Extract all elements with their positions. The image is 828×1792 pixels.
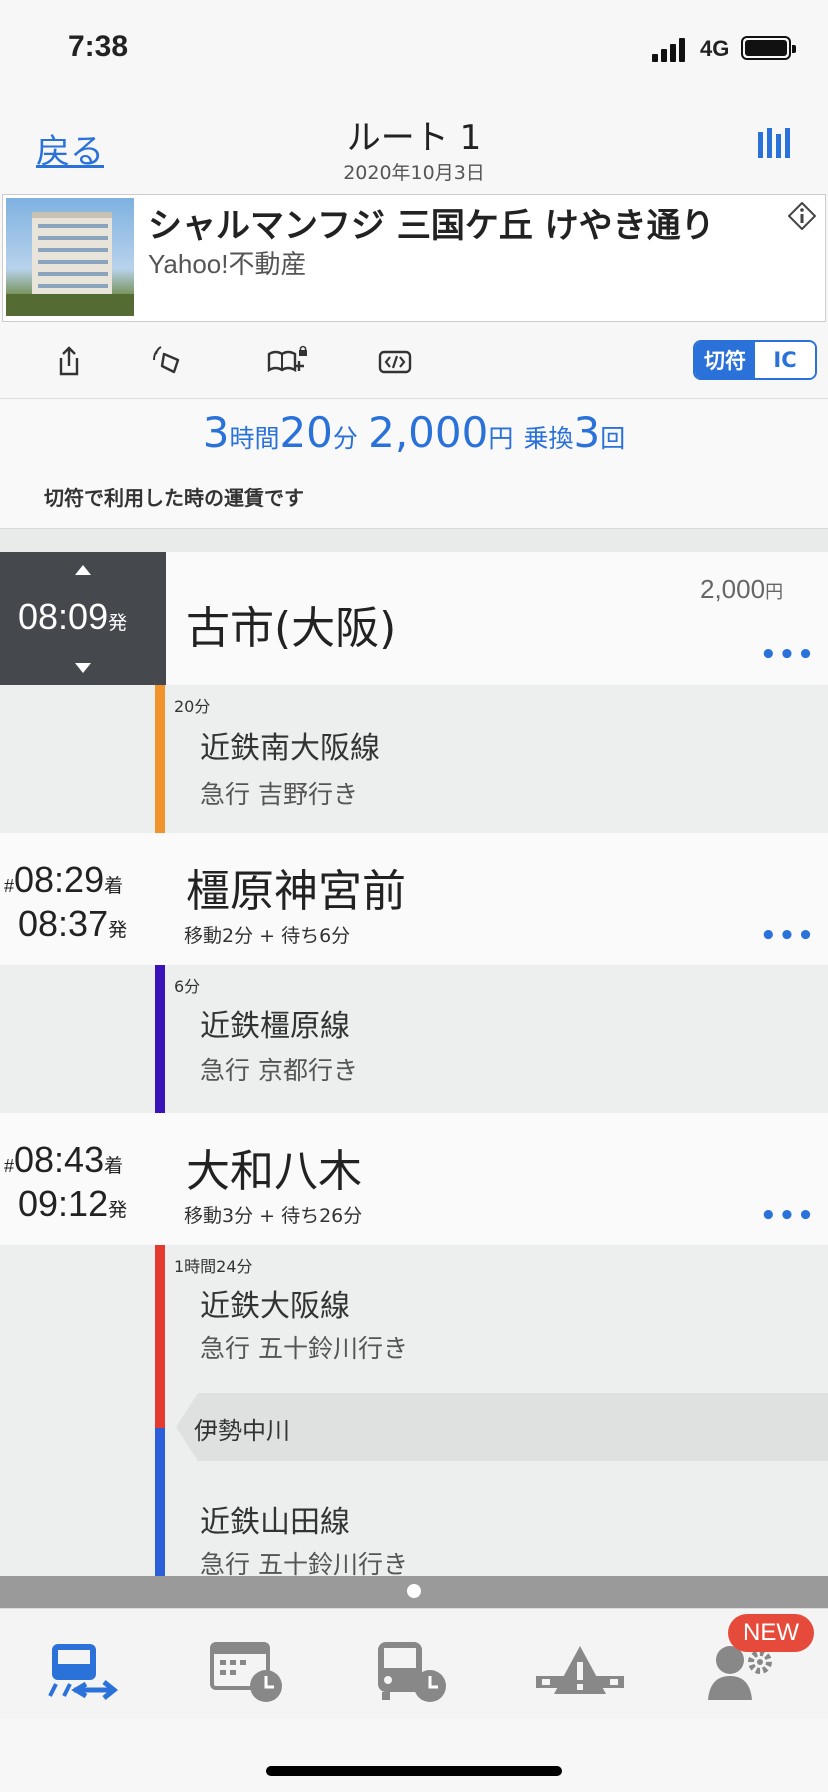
bookmark-add-icon[interactable] <box>266 344 310 378</box>
new-badge: NEW <box>728 1614 814 1652</box>
arrival-time: 08:29 <box>14 859 105 900</box>
station-name[interactable]: 大和八木 <box>186 1135 362 1199</box>
segment-row: 20分 近鉄南大阪線 急行 吉野行き <box>0 685 828 834</box>
total-fare: 2,000 <box>368 408 489 457</box>
ad-building-image[interactable] <box>6 198 134 316</box>
line-name[interactable]: 近鉄橿原線 <box>200 1001 350 1045</box>
arrival-time: 08:43 <box>14 1139 105 1180</box>
line-name[interactable]: 近鉄大阪線 <box>200 1281 350 1325</box>
fare-unit: 円 <box>488 424 514 453</box>
transfer-info: 移動3分 + 待ち26分 <box>184 1205 363 1227</box>
bus-timetable-icon[interactable] <box>374 1640 454 1704</box>
platform-mark: # <box>4 876 15 896</box>
duration-hours-unit: 時間 <box>229 424 280 453</box>
line-color-bar <box>155 1428 165 1576</box>
more-button[interactable]: ••• <box>760 921 816 951</box>
station-fare: 2,000 <box>700 574 766 604</box>
duration-minutes: 20 <box>279 408 333 457</box>
platform-mark: # <box>4 1156 15 1176</box>
signal-icon <box>652 36 692 62</box>
station-name[interactable]: 橿原神宮前 <box>186 855 406 919</box>
station-fare-unit: 円 <box>765 582 784 602</box>
duration-minutes-unit: 分 <box>332 424 358 453</box>
departure-time: 08:37 <box>18 903 109 944</box>
code-embed-icon[interactable] <box>378 344 412 378</box>
battery-icon <box>741 36 796 60</box>
building-icon <box>6 212 134 316</box>
fare-ticket-option[interactable]: 切符 <box>695 342 755 378</box>
alarm-icon[interactable] <box>152 344 186 378</box>
departure-time: 09:12 <box>18 1183 109 1224</box>
segment-row: 6分 近鉄橿原線 急行 京都行き <box>0 965 828 1114</box>
line-color-bar <box>155 685 165 833</box>
share-icon[interactable] <box>52 344 86 378</box>
departure-time: 08:09 <box>18 596 109 637</box>
departure-suffix: 発 <box>108 613 128 634</box>
timeline-icon[interactable] <box>756 126 792 162</box>
fare-note: 切符で利用した時の運賃です <box>44 486 304 510</box>
segment-duration: 6分 <box>174 977 201 996</box>
station-name[interactable]: 古市(大阪) <box>186 592 396 656</box>
service-alert-icon[interactable] <box>534 1640 626 1704</box>
arrival-suffix: 着 <box>104 1156 124 1177</box>
station-row[interactable]: #08:29着 08:37発 橿原神宮前 移動2分 + 待ち6分 ••• <box>0 833 828 966</box>
page-title: ルート 1 <box>346 118 482 158</box>
page-dot <box>407 1584 421 1598</box>
transfer-count: 3 <box>573 408 601 457</box>
section-divider <box>0 528 828 553</box>
line-color-bar <box>155 1245 165 1428</box>
time-down-icon[interactable] <box>74 662 92 674</box>
segment-row: 1時間24分 近鉄大阪線 急行 五十鈴川行き 伊勢中川 近鉄山田線 急行 五十鈴… <box>0 1245 828 1579</box>
departure-suffix: 発 <box>108 920 128 941</box>
home-indicator[interactable] <box>266 1766 562 1776</box>
transfer-label: 乗換 <box>523 424 574 453</box>
segment-duration: 20分 <box>174 697 211 716</box>
route-search-icon[interactable] <box>46 1640 126 1704</box>
line-color-bar <box>155 965 165 1113</box>
transfer-info: 移動2分 + 待ち6分 <box>184 925 351 947</box>
ad-title[interactable]: シャルマンフジ 三国ケ丘 けやき通り <box>148 198 715 247</box>
route-date: 2020年10月3日 <box>343 162 485 184</box>
departure-suffix: 発 <box>108 1200 128 1221</box>
summary-line: 3時間20分 2,000円 乗換3回 <box>0 408 828 457</box>
fare-ic-option[interactable]: IC <box>755 342 815 378</box>
more-button[interactable]: ••• <box>760 1201 816 1231</box>
transfer-unit: 回 <box>600 424 626 453</box>
line-name[interactable]: 近鉄南大阪線 <box>200 723 380 767</box>
station-row-start[interactable]: 08:09発 古市(大阪) 2,000円 ••• <box>0 552 828 686</box>
arrival-suffix: 着 <box>104 876 124 897</box>
status-time: 7:38 <box>68 30 129 63</box>
departure-time-box[interactable]: 08:09発 <box>0 552 166 685</box>
more-button[interactable]: ••• <box>760 640 816 670</box>
timetable-icon[interactable] <box>210 1640 290 1704</box>
ad-source: Yahoo!不動産 <box>148 249 307 279</box>
via-station-name[interactable]: 伊勢中川 <box>194 1411 290 1446</box>
fare-type-toggle[interactable]: 切符 IC <box>693 340 817 380</box>
ad-info-icon[interactable] <box>788 202 816 230</box>
station-row[interactable]: #08:43着 09:12発 大和八木 移動3分 + 待ち26分 ••• <box>0 1113 828 1246</box>
train-destination: 急行 五十鈴川行き <box>200 1334 408 1363</box>
train-destination: 急行 京都行き <box>200 1056 358 1085</box>
network-label: 4G <box>700 36 730 61</box>
duration-hours: 3 <box>202 408 230 457</box>
segment-duration: 1時間24分 <box>174 1257 253 1276</box>
time-up-icon[interactable] <box>74 564 92 576</box>
line-name[interactable]: 近鉄山田線 <box>200 1497 350 1541</box>
train-destination: 急行 吉野行き <box>200 780 358 809</box>
